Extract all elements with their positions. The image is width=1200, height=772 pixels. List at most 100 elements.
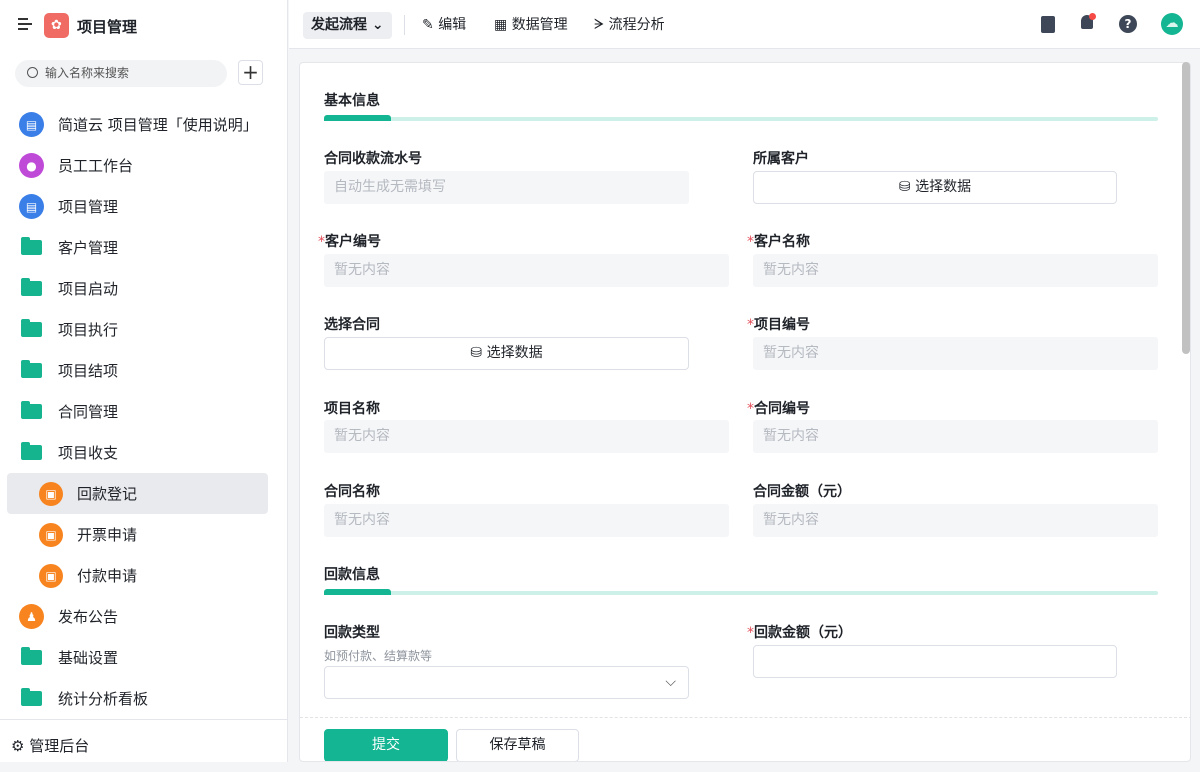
sidebar-item-label: 员工工作台 xyxy=(58,157,134,175)
sidebar-item[interactable]: ♟ 发布公告 xyxy=(0,596,288,637)
pencil-icon: ✎ xyxy=(422,17,434,33)
divider xyxy=(404,15,405,35)
folder-icon xyxy=(21,401,42,419)
sidebar-item-label: 简道云 项目管理「使用说明」 xyxy=(58,116,258,134)
sidebar-item-label: 项目执行 xyxy=(58,321,119,339)
sidebar-item[interactable]: ▣ 回款登记 xyxy=(7,473,268,514)
search-icon xyxy=(27,67,38,78)
select-data-label: 选择数据 xyxy=(486,345,543,361)
sidebar-item[interactable]: ▤ 简道云 项目管理「使用说明」 xyxy=(0,104,288,145)
notebook-icon[interactable] xyxy=(1041,16,1055,33)
sidebar-item[interactable]: 合同管理 xyxy=(0,391,288,432)
sidebar-item-label: 付款申请 xyxy=(77,567,138,585)
serial-label: 合同收款流水号 xyxy=(324,151,422,167)
contract-amount-field[interactable]: 暂无内容 xyxy=(753,504,1158,537)
flow-analysis-label: 流程分析 xyxy=(608,17,665,33)
scrollbar[interactable] xyxy=(1182,62,1190,354)
customer-label: 所属客户 xyxy=(753,151,809,167)
footer-divider xyxy=(300,717,1190,718)
customer-select-button[interactable]: ⛁ 选择数据 xyxy=(753,171,1117,204)
folder-icon xyxy=(21,360,42,378)
submit-button[interactable]: 提交 xyxy=(324,729,448,761)
database-icon: ⛁ xyxy=(470,345,483,361)
edit-button[interactable]: ✎ 编辑 xyxy=(422,12,466,39)
project-no-field[interactable]: 暂无内容 xyxy=(753,337,1158,370)
help-icon[interactable]: ? xyxy=(1119,15,1137,33)
sidebar-item-label: 项目启动 xyxy=(58,280,119,298)
payment-amount-label: *回款金额（元） xyxy=(747,625,852,641)
start-flow-label: 发起流程 xyxy=(311,17,367,33)
app-title: 项目管理 xyxy=(77,18,138,36)
project-name-label: 项目名称 xyxy=(324,401,380,417)
gear-icon: ⚙ xyxy=(11,737,25,755)
chevron-down-icon: ⌵ xyxy=(665,674,676,690)
document-icon: ▤ xyxy=(19,194,44,219)
admin-link[interactable]: ⚙ 管理后台 xyxy=(0,719,288,762)
section-basic-info: 基本信息 xyxy=(324,93,380,109)
org-chart-icon: ᗒ xyxy=(594,17,605,33)
sidebar-nav: ▤ 简道云 项目管理「使用说明」 ● 员工工作台 ▤ 项目管理 客户管理 项目启动 项目执行 项目… xyxy=(0,104,288,719)
data-manage-button[interactable]: ▦ 数据管理 xyxy=(494,12,568,39)
sidebar-item-label: 合同管理 xyxy=(58,403,119,421)
select-data-label: 选择数据 xyxy=(915,179,972,195)
folder-icon xyxy=(21,688,42,706)
sidebar-item[interactable]: 项目结项 xyxy=(0,350,288,391)
contract-name-label: 合同名称 xyxy=(324,484,380,500)
project-name-field[interactable]: 暂无内容 xyxy=(324,420,729,453)
sidebar-item[interactable]: 项目执行 xyxy=(0,309,288,350)
section-payment-info: 回款信息 xyxy=(324,567,380,583)
sidebar-item[interactable]: 项目启动 xyxy=(0,268,288,309)
payment-amount-input[interactable] xyxy=(753,645,1117,678)
menu-toggle-icon[interactable] xyxy=(18,18,32,30)
payment-type-hint: 如预付款、结算款等 xyxy=(324,649,433,663)
sidebar-item[interactable]: 基础设置 xyxy=(0,637,288,678)
document-icon: ▤ xyxy=(19,112,44,137)
sidebar-item-label: 项目结项 xyxy=(58,362,119,380)
search-placeholder: 输入名称来搜索 xyxy=(45,66,130,80)
form-icon: ▣ xyxy=(39,563,63,588)
customer-no-field[interactable]: 暂无内容 xyxy=(324,254,729,287)
sidebar-item-label: 客户管理 xyxy=(58,239,119,257)
sidebar-item-label: 项目管理 xyxy=(58,198,119,216)
contract-name-field[interactable]: 暂无内容 xyxy=(324,504,729,537)
folder-open-icon xyxy=(21,442,42,460)
sidebar-item-label: 开票申请 xyxy=(77,526,138,544)
project-no-label: *项目编号 xyxy=(747,317,810,333)
contract-select-button[interactable]: ⛁ 选择数据 xyxy=(324,337,689,370)
start-flow-dropdown[interactable]: 发起流程 ⌄ xyxy=(303,12,392,39)
search-input[interactable]: 输入名称来搜索 xyxy=(15,60,227,87)
add-button[interactable]: + xyxy=(238,60,263,85)
folder-icon xyxy=(21,237,42,255)
form-card: 基本信息 合同收款流水号 自动生成无需填写 所属客户 ⛁ 选择数据 *客户编号 … xyxy=(299,62,1191,762)
sidebar-item[interactable]: 统计分析看板 xyxy=(0,678,288,719)
section-divider xyxy=(324,589,1158,595)
sidebar-item-label: 回款登记 xyxy=(77,485,138,503)
folder-icon xyxy=(21,319,42,337)
sidebar-item-label: 发布公告 xyxy=(58,608,119,626)
sidebar-item[interactable]: ● 员工工作台 xyxy=(0,145,288,186)
bell-icon[interactable] xyxy=(1081,13,1101,35)
sidebar-item-label: 统计分析看板 xyxy=(58,690,149,708)
save-draft-button[interactable]: 保存草稿 xyxy=(456,729,579,761)
sidebar-item[interactable]: ▤ 项目管理 xyxy=(0,186,288,227)
flow-analysis-button[interactable]: ᗒ 流程分析 xyxy=(594,12,665,39)
customer-name-label: *客户名称 xyxy=(747,234,810,250)
edit-label: 编辑 xyxy=(438,17,467,33)
payment-type-select[interactable]: ⌵ xyxy=(324,666,689,699)
sidebar-item[interactable]: 客户管理 xyxy=(0,227,288,268)
contract-no-field[interactable]: 暂无内容 xyxy=(753,420,1158,453)
contract-no-label: *合同编号 xyxy=(747,401,810,417)
form-icon: ▣ xyxy=(39,481,63,506)
section-divider xyxy=(324,115,1158,121)
avatar[interactable]: ☁ xyxy=(1161,13,1183,35)
sidebar-item[interactable]: 项目收支 xyxy=(0,432,288,473)
contract-select-label: 选择合同 xyxy=(324,317,380,333)
sidebar-item[interactable]: ▣ 开票申请 xyxy=(0,514,288,555)
sidebar-item[interactable]: ▣ 付款申请 xyxy=(0,555,288,596)
user-icon: ● xyxy=(19,153,44,178)
contract-amount-label: 合同金额（元） xyxy=(753,484,851,500)
table-icon: ▦ xyxy=(494,17,508,33)
customer-name-field[interactable]: 暂无内容 xyxy=(753,254,1158,287)
database-icon: ⛁ xyxy=(898,179,911,195)
app-logo-icon: ✿ xyxy=(44,13,69,38)
